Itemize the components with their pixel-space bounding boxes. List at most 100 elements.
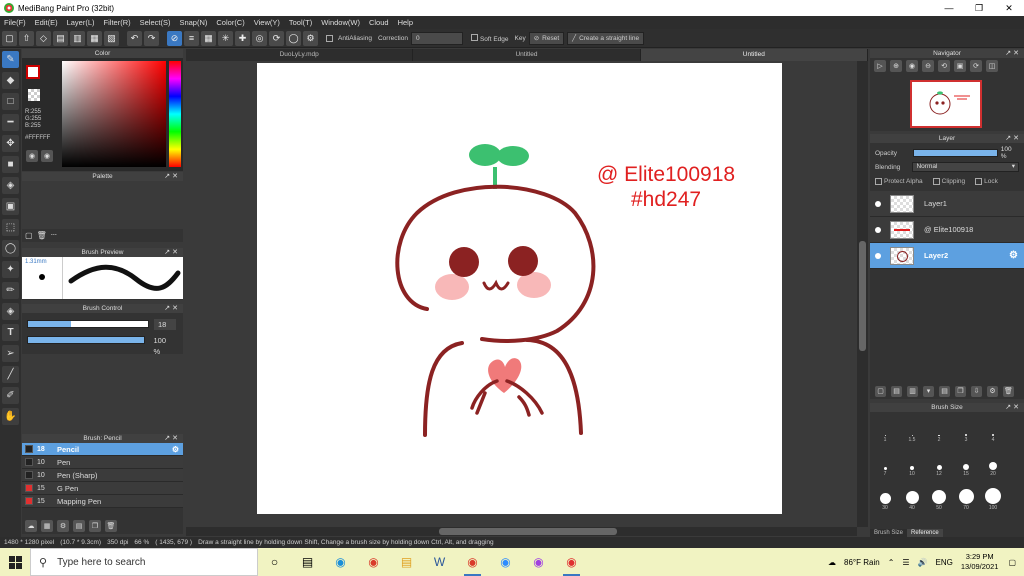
lasso-tool-icon[interactable]: ◯ [2,240,19,257]
clipping-checkbox[interactable] [932,177,940,185]
brush-item-pencil[interactable]: 18 Pencil ⚙ [22,443,183,456]
visibility-eye-icon[interactable] [875,226,881,233]
navigator-thumbnail[interactable] [910,80,982,128]
brush-size-option[interactable]: 12 [926,454,952,477]
layer-item-layer1[interactable]: Layer1 [870,191,1024,217]
menu-help[interactable]: Help [398,18,413,27]
medibang-icon[interactable]: ◉ [555,548,588,576]
visibility-eye-icon[interactable] [875,200,881,207]
reset-button[interactable]: ⊘ Reset [528,31,565,45]
brush-size-option[interactable]: 50 [926,488,952,511]
select-pen-tool-icon[interactable]: ✏ [2,282,19,299]
menu-file[interactable]: File(F) [4,18,26,27]
merge-layer-icon[interactable]: ⇩ [971,385,982,397]
new-layer-icon[interactable]: ▢ [875,385,886,397]
text-tool-icon[interactable]: T [2,324,19,341]
folder-icon[interactable]: ▤ [73,520,85,532]
magic-wand-tool-icon[interactable]: ✦ [2,261,19,278]
vertical-scrollbar[interactable] [857,61,868,527]
tab-brush-size[interactable]: Brush Size [870,529,908,537]
weather-text[interactable]: 86°F Rain [844,558,880,567]
menu-layer[interactable]: Layer(L) [67,18,95,27]
layer-item-watermark[interactable]: @ Elite100918 [870,217,1024,243]
weather-icon[interactable]: ☁ [828,558,836,567]
panel-close-icon[interactable]: ↗✕ [1005,49,1021,58]
foreground-color-swatch[interactable] [26,65,40,79]
hue-slider[interactable] [169,61,181,167]
zoom-app-icon[interactable]: ◉ [489,548,522,576]
brush-size-option[interactable]: 100 [980,488,1006,511]
menu-view[interactable]: View(Y) [254,18,280,27]
task-view-icon[interactable]: ○ [258,548,291,576]
zoom-out-icon[interactable]: ⊖ [922,59,934,72]
taskbar-search[interactable]: ⚲ Type here to search [30,548,258,576]
gear-icon[interactable]: ⚙ [1009,250,1018,261]
minimize-button[interactable]: — [934,0,964,16]
clock[interactable]: 3:29 PM 13/09/2021 [961,552,999,572]
dot-tool-icon[interactable]: ━ [2,114,19,131]
parallel-snap-icon[interactable]: ≡ [184,30,199,46]
brush-tool-icon[interactable]: ✎ [2,51,19,68]
chrome-icon[interactable]: ◉ [357,548,390,576]
brush-size-option[interactable]: 10 [899,454,925,477]
add-layer-menu-icon[interactable]: ▾ [923,385,934,397]
tab-untitled-1[interactable]: Untitled [413,49,641,61]
menu-cloud[interactable]: Cloud [369,18,389,27]
delete-brush-icon[interactable]: 🗑 [105,520,117,532]
duplicate-layer-icon[interactable]: ❐ [955,385,966,397]
zoom-reset-icon[interactable]: ◉ [906,59,918,72]
brush-item-g-pen[interactable]: 15 G Pen [22,482,183,495]
undo-icon[interactable]: ↶ [127,30,142,46]
brush-settings-icon[interactable]: ⚙ [57,520,69,532]
curve-snap-icon[interactable]: ⟳ [269,30,284,46]
layout-icon[interactable]: ▧ [104,30,119,46]
operation-tool-icon[interactable]: ➢ [2,345,19,362]
panel-close-icon[interactable]: ↗✕ [164,248,180,257]
redo-icon[interactable]: ↷ [144,30,159,46]
brush-item-pen[interactable]: 10 Pen [22,456,183,469]
brush-size-option[interactable]: 1 [872,420,898,443]
brush-item-mapping-pen[interactable]: 15 Mapping Pen [22,495,183,508]
color-wheel-icon[interactable]: ◉ [26,150,38,162]
rotate-right-icon[interactable]: ⟳ [970,59,982,72]
rectangle-tool-icon[interactable]: □ [2,93,19,110]
gradient-tool-icon[interactable]: ▣ [2,198,19,215]
chevron-up-icon[interactable]: ⌃ [888,558,895,567]
cloud-brush-icon[interactable]: ☁ [25,520,37,532]
divide-tool-icon[interactable]: ╱ [2,366,19,383]
select-eraser-tool-icon[interactable]: ◈ [2,303,19,320]
tab-reference[interactable]: Reference [907,529,943,537]
delete-palette-icon[interactable]: 🗑 [37,231,47,240]
brush-opacity-slider[interactable] [27,336,145,344]
menu-filter[interactable]: Filter(R) [104,18,131,27]
brush-size-option[interactable]: 20 [980,454,1006,477]
fit-window-icon[interactable]: ▣ [954,59,966,72]
edge-icon[interactable]: ◉ [324,548,357,576]
brush-item-pen-sharp[interactable]: 10 Pen (Sharp) [22,469,183,482]
transparent-color-swatch[interactable] [28,89,40,101]
fill-rect-tool-icon[interactable]: ■ [2,156,19,173]
tab-untitled-2[interactable]: Untitled [640,49,868,61]
layer-settings-icon[interactable]: ⚙ [987,385,998,397]
word-icon[interactable]: W [423,548,456,576]
flip-icon[interactable]: ◫ [986,59,998,72]
gear-icon[interactable]: ⚙ [172,445,179,454]
brush-size-option[interactable]: 30 [872,488,898,511]
new-file-icon[interactable]: ▢ [2,30,17,46]
blending-select[interactable]: Normal ▾ [912,162,1019,172]
panel-close-icon[interactable]: ↗✕ [164,434,180,443]
grid-snap-icon[interactable]: ▦ [201,30,216,46]
tab-duolyly[interactable]: DuoLyLy.mdp [186,49,414,61]
zoom-fit-icon[interactable]: ▷ [874,59,886,72]
material-icon[interactable]: ▦ [87,30,102,46]
menu-tool[interactable]: Tool(T) [289,18,312,27]
snap-off-icon[interactable]: ⊘ [167,30,182,46]
menu-window[interactable]: Window(W) [321,18,360,27]
comment-icon[interactable]: ◇ [36,30,51,46]
move-tool-icon[interactable]: ✥ [2,135,19,152]
delete-layer-icon[interactable]: 🗑 [1003,385,1014,397]
layer-folder-icon[interactable]: ▤ [939,385,950,397]
brush-size-option[interactable]: 7 [872,454,898,477]
correction-select[interactable]: 0 [410,31,463,45]
notification-icon[interactable]: ▢ [1008,558,1016,567]
